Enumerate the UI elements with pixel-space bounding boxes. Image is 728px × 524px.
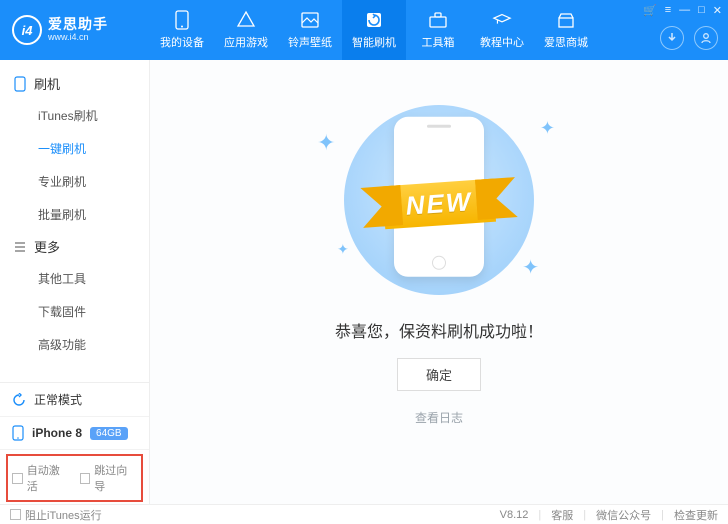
phone-icon <box>172 10 192 30</box>
cart-icon[interactable]: 🛒 <box>643 4 657 17</box>
apps-icon <box>236 10 256 30</box>
download-button[interactable] <box>660 26 684 50</box>
window-controls: 🛒 ≡ — □ ✕ <box>643 4 722 17</box>
close-button[interactable]: ✕ <box>713 4 722 17</box>
view-log-link[interactable]: 查看日志 <box>415 409 463 426</box>
nav-apps[interactable]: 应用游戏 <box>214 0 278 60</box>
status-bar: 阻止iTunes运行 V8.12 | 客服 | 微信公众号 | 检查更新 <box>0 504 728 524</box>
phone-outline-icon <box>14 76 26 92</box>
nav-tutorial[interactable]: 教程中心 <box>470 0 534 60</box>
support-link[interactable]: 客服 <box>551 507 573 523</box>
brand-name: 爱思助手 <box>48 17 108 32</box>
nav-device[interactable]: 我的设备 <box>150 0 214 60</box>
nav-toolbox[interactable]: 工具箱 <box>406 0 470 60</box>
storage-badge: 64GB <box>90 427 128 440</box>
sidebar-item-other-tools[interactable]: 其他工具 <box>0 262 149 295</box>
checkbox-block-itunes[interactable]: 阻止iTunes运行 <box>10 507 102 523</box>
sparkle-icon: ✦ <box>317 130 335 156</box>
user-button[interactable] <box>694 26 718 50</box>
flash-options-highlight: 自动激活 跳过向导 <box>6 454 143 502</box>
success-message: 恭喜您，保资料刷机成功啦！ <box>335 318 543 342</box>
app-header: i4 爱思助手 www.i4.cn 我的设备 应用游戏 铃声壁纸 智能刷机 工具… <box>0 0 728 60</box>
sidebar-item-batch-flash[interactable]: 批量刷机 <box>0 198 149 231</box>
brand-domain: www.i4.cn <box>48 33 108 43</box>
new-ribbon: NEW <box>382 179 495 230</box>
device-mode[interactable]: 正常模式 <box>0 383 149 417</box>
sidebar-item-pro-flash[interactable]: 专业刷机 <box>0 165 149 198</box>
header-right <box>660 26 718 50</box>
sidebar-item-advanced[interactable]: 高级功能 <box>0 328 149 361</box>
checkbox-auto-activate[interactable]: 自动激活 <box>12 462 70 494</box>
nav-ringtone[interactable]: 铃声壁纸 <box>278 0 342 60</box>
sidebar-item-download-firmware[interactable]: 下载固件 <box>0 295 149 328</box>
brand-logo: i4 爱思助手 www.i4.cn <box>0 15 150 45</box>
refresh-icon <box>12 393 26 407</box>
top-nav: 我的设备 应用游戏 铃声壁纸 智能刷机 工具箱 教程中心 爱思商城 <box>150 0 598 60</box>
toolbox-icon <box>428 10 448 30</box>
menu-icon[interactable]: ≡ <box>665 4 671 17</box>
list-icon <box>14 241 26 253</box>
sidebar: 刷机 iTunes刷机 一键刷机 专业刷机 批量刷机 更多 其他工具 下载固件 … <box>0 60 150 504</box>
sidebar-item-itunes-flash[interactable]: iTunes刷机 <box>0 99 149 132</box>
tutorial-icon <box>492 10 512 30</box>
device-info[interactable]: iPhone 8 64GB <box>0 417 149 450</box>
phone-icon <box>12 425 24 441</box>
sidebar-group-more: 更多 <box>0 231 149 262</box>
checkbox-skip-wizard[interactable]: 跳过向导 <box>80 462 138 494</box>
sidebar-item-onekey-flash[interactable]: 一键刷机 <box>0 132 149 165</box>
sparkle-icon: ✦ <box>337 241 349 258</box>
sparkle-icon: ✦ <box>522 255 539 280</box>
sparkle-icon: ✦ <box>540 118 555 139</box>
nav-mall[interactable]: 爱思商城 <box>534 0 598 60</box>
logo-icon: i4 <box>12 15 42 45</box>
success-illustration: ✦ ✦ ✦ ✦ NEW <box>309 100 569 300</box>
main-panel: ✦ ✦ ✦ ✦ NEW 恭喜您，保资料刷机成功啦！ 确定 查看日志 <box>150 60 728 504</box>
version-label: V8.12 <box>500 509 529 521</box>
wallpaper-icon <box>300 10 320 30</box>
check-update-link[interactable]: 检查更新 <box>674 507 718 523</box>
wechat-link[interactable]: 微信公众号 <box>596 507 651 523</box>
minimize-button[interactable]: — <box>679 4 690 17</box>
flash-icon <box>364 10 384 30</box>
shop-icon <box>556 10 576 30</box>
sidebar-group-flash: 刷机 <box>0 68 149 99</box>
device-name: iPhone 8 <box>32 426 82 440</box>
ok-button[interactable]: 确定 <box>397 358 481 391</box>
maximize-button[interactable]: □ <box>698 4 705 17</box>
nav-flash[interactable]: 智能刷机 <box>342 0 406 60</box>
